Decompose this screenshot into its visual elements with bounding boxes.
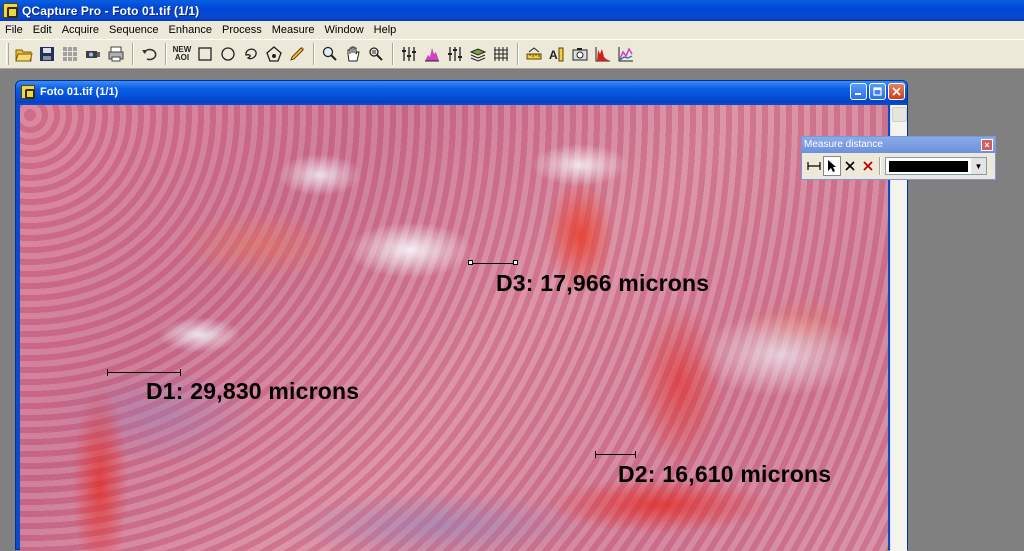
- measurement-label-d3: D3: 17,966 microns: [496, 270, 710, 296]
- zoom-icon[interactable]: [319, 43, 341, 65]
- measure-panel-title-bar[interactable]: Measure distance ×: [802, 137, 995, 153]
- maximize-icon: [873, 87, 882, 96]
- menu-process[interactable]: Process: [217, 21, 267, 39]
- menu-edit[interactable]: Edit: [28, 21, 57, 39]
- svg-text:A: A: [549, 48, 558, 62]
- grid-overlay-icon[interactable]: [490, 43, 512, 65]
- measure-panel-title: Measure distance: [804, 139, 883, 150]
- select-pointer-button[interactable]: [823, 156, 841, 176]
- image-window-icon: [21, 85, 35, 99]
- image-window-title: Foto 01.tif (1/1): [40, 86, 119, 98]
- close-icon: [892, 87, 901, 96]
- measurement-handle[interactable]: [513, 260, 518, 265]
- print-icon[interactable]: [105, 43, 127, 65]
- chart-icon[interactable]: [615, 43, 637, 65]
- freehand-icon[interactable]: [240, 43, 262, 65]
- scroll-up-button[interactable]: [891, 107, 907, 122]
- curves-icon[interactable]: [444, 43, 466, 65]
- measurement-tick: [107, 369, 108, 376]
- measurement-line-d3[interactable]: [471, 263, 516, 264]
- delete-all-icon: [863, 161, 873, 171]
- rectangle-icon[interactable]: [194, 43, 216, 65]
- menu-enhance[interactable]: Enhance: [164, 21, 217, 39]
- grid-icon[interactable]: [59, 43, 81, 65]
- measure-panel-close-button[interactable]: ×: [981, 139, 993, 151]
- menu-bar: File Edit Acquire Sequence Enhance Proce…: [0, 21, 1024, 39]
- save-icon[interactable]: [36, 43, 58, 65]
- minimize-icon: [855, 93, 861, 95]
- app-title: QCapture Pro - Foto 01.tif (1/1): [22, 3, 200, 18]
- micrograph-image[interactable]: D1: 29,830 microns D3: 17,966 microns D2…: [20, 105, 888, 551]
- toolbar-separator: [313, 43, 315, 65]
- ellipse-icon[interactable]: [217, 43, 239, 65]
- app-icon: [3, 3, 18, 18]
- toolbar-separator: [165, 43, 167, 65]
- measure-panel-body: ▼: [802, 153, 995, 179]
- calibrate-icon[interactable]: A: [546, 43, 568, 65]
- layers-icon[interactable]: [467, 43, 489, 65]
- app-title-bar: QCapture Pro - Foto 01.tif (1/1): [0, 0, 1024, 21]
- toolbar-separator: [392, 43, 394, 65]
- measure-icon[interactable]: [523, 43, 545, 65]
- histogram-red-icon[interactable]: [592, 43, 614, 65]
- delete-icon: [845, 161, 855, 171]
- measure-panel-separator: [879, 157, 881, 175]
- main-toolbar: NEW AOI A: [0, 39, 1024, 69]
- zoom-region-icon[interactable]: [365, 43, 387, 65]
- polygon-icon[interactable]: [263, 43, 285, 65]
- levels-icon[interactable]: [398, 43, 420, 65]
- undo-icon[interactable]: [138, 43, 160, 65]
- chevron-down-icon[interactable]: ▼: [971, 158, 986, 174]
- measurement-label-d1: D1: 29,830 microns: [146, 378, 360, 404]
- arrow-pointer-icon: [828, 160, 836, 172]
- measure-line-icon: [807, 162, 821, 170]
- line-color-select[interactable]: ▼: [885, 157, 987, 175]
- menu-help[interactable]: Help: [369, 21, 402, 39]
- open-icon[interactable]: [13, 43, 35, 65]
- camera-capture-icon[interactable]: [82, 43, 104, 65]
- delete-measurement-button[interactable]: [841, 156, 859, 176]
- measurement-handle[interactable]: [468, 260, 473, 265]
- snapshot-icon[interactable]: [569, 43, 591, 65]
- measurement-tick: [180, 369, 181, 376]
- menu-acquire[interactable]: Acquire: [57, 21, 104, 39]
- measure-distance-panel: Measure distance × ▼: [801, 136, 996, 180]
- menu-file[interactable]: File: [0, 21, 28, 39]
- measurement-label-d2: D2: 16,610 microns: [618, 461, 832, 487]
- new-aoi-icon[interactable]: NEW AOI: [171, 43, 193, 65]
- pencil-icon[interactable]: [286, 43, 308, 65]
- pan-hand-icon[interactable]: [342, 43, 364, 65]
- toolbar-separator: [132, 43, 134, 65]
- menu-window[interactable]: Window: [320, 21, 369, 39]
- close-icon: ×: [984, 140, 990, 150]
- toolbar-grip[interactable]: [6, 43, 9, 65]
- measurement-tick: [635, 451, 636, 458]
- measurement-tick: [595, 451, 596, 458]
- histogram-icon[interactable]: [421, 43, 443, 65]
- measurement-line-d2[interactable]: [595, 454, 636, 455]
- measurement-line-d1[interactable]: [107, 372, 181, 373]
- minimize-button[interactable]: [850, 83, 867, 100]
- line-color-swatch: [889, 160, 968, 172]
- image-window: Foto 01.tif (1/1) D1: 29,830 microns D3:…: [15, 80, 908, 551]
- menu-sequence[interactable]: Sequence: [104, 21, 164, 39]
- menu-measure[interactable]: Measure: [267, 21, 320, 39]
- toolbar-separator: [517, 43, 519, 65]
- delete-all-measurements-button[interactable]: [859, 156, 877, 176]
- image-window-title-bar[interactable]: Foto 01.tif (1/1): [16, 81, 907, 103]
- new-aoi-line2: AOI: [174, 53, 190, 62]
- close-button[interactable]: [888, 83, 905, 100]
- maximize-button[interactable]: [869, 83, 886, 100]
- measure-line-tool-button[interactable]: [805, 156, 823, 176]
